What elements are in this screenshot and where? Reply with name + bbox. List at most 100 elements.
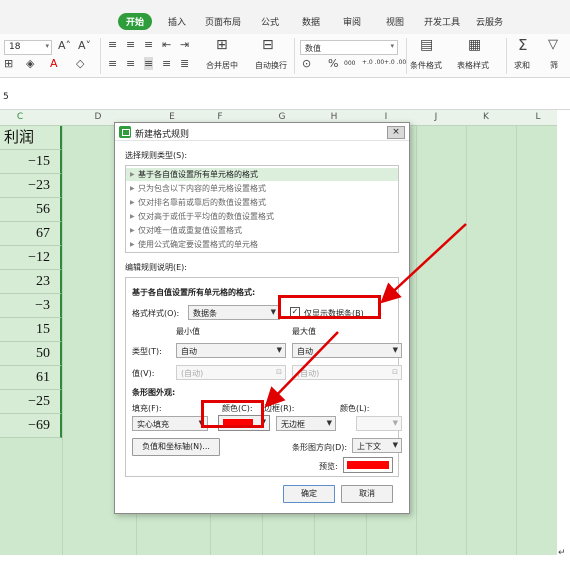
wrap-text-icon[interactable]: ⊟ [262, 37, 274, 53]
table-cell[interactable]: 61 [0, 366, 62, 390]
fill-type-select[interactable]: 实心填充 ▼ [132, 416, 208, 431]
table-cell[interactable]: −3 [0, 294, 62, 318]
indent-increase-icon[interactable]: ⇥ [180, 38, 189, 51]
rule-type-item[interactable]: ▶ 使用公式确定要设置格式的单元格 [126, 238, 398, 251]
tab-review[interactable]: 审阅 [343, 15, 361, 28]
cancel-button[interactable]: 取消 [341, 485, 393, 503]
filter-label[interactable]: 筛 [550, 60, 558, 71]
font-color-icon[interactable]: A [50, 57, 58, 70]
distribute-icon[interactable]: ≣ [180, 57, 189, 70]
rule-type-item[interactable]: ▶ 仅对高于或低于平均值的数值设置格式 [126, 210, 398, 223]
justify-icon[interactable]: ≡ [162, 57, 171, 70]
border-type-select[interactable]: 无边框 ▼ [276, 416, 336, 431]
table-cell[interactable]: −23 [0, 174, 62, 198]
column-header-c[interactable]: C [0, 112, 50, 122]
max-type-select[interactable]: 自动 ▼ [292, 343, 402, 358]
rule-type-item[interactable]: ▶ 仅对排名靠前或靠后的数值设置格式 [126, 196, 398, 209]
range-select-icon: ⊡ [392, 368, 398, 376]
table-cell[interactable]: 67 [0, 222, 62, 246]
tab-page-layout[interactable]: 页面布局 [205, 15, 241, 28]
align-bottom-icon[interactable]: ≡ [144, 38, 153, 51]
preview-bar [347, 461, 389, 469]
rule-type-list[interactable]: ▶ 基于各自值设置所有单元格的格式 ▶ 只为包含以下内容的单元格设置格式 ▶ 仅… [125, 165, 399, 253]
column-header-d[interactable]: D [68, 112, 128, 122]
border-icon[interactable]: ⊞ [4, 57, 13, 70]
decrease-decimal-icon[interactable]: +.0 .00 [384, 59, 406, 66]
table-cell[interactable]: 50 [0, 342, 62, 366]
align-right-icon[interactable]: ≡ [144, 57, 154, 70]
tab-formulas[interactable]: 公式 [261, 15, 279, 28]
increase-decimal-icon[interactable]: +.0 .00 [362, 59, 384, 66]
tab-view[interactable]: 视图 [386, 15, 404, 28]
table-style-label[interactable]: 表格样式 [457, 60, 489, 71]
table-cell[interactable]: 15 [0, 318, 62, 342]
table-cell[interactable]: 23 [0, 270, 62, 294]
column-header-h[interactable]: H [304, 112, 364, 122]
align-middle-icon[interactable]: ≡ [126, 38, 135, 51]
indent-decrease-icon[interactable]: ⇤ [162, 38, 171, 51]
wrap-text-label[interactable]: 自动换行 [255, 60, 287, 71]
number-format-select[interactable]: 数值 ▾ [300, 40, 398, 55]
cell-reference[interactable]: 5 [3, 92, 9, 102]
triangle-right-icon: ▶ [130, 241, 135, 248]
bar-direction-select[interactable]: 上下文 ▼ [352, 438, 402, 453]
fill-label: 填充(F): [132, 404, 162, 413]
table-style-icon[interactable]: ▦ [468, 37, 481, 53]
rule-type-label: 只为包含以下内容的单元格设置格式 [138, 184, 266, 193]
sum-label[interactable]: 求和 [514, 60, 530, 71]
format-all-cells-heading: 基于各自值设置所有单元格的格式: [132, 288, 256, 297]
column-header-k[interactable]: K [456, 112, 516, 122]
rule-type-item[interactable]: ▶ 仅对唯一值或重复值设置格式 [126, 224, 398, 237]
rule-type-item[interactable]: ▶ 只为包含以下内容的单元格设置格式 [126, 182, 398, 195]
align-left-icon[interactable]: ≡ [108, 57, 117, 70]
merge-center-icon[interactable]: ⊞ [216, 37, 228, 53]
chevron-down-icon: ▾ [45, 42, 49, 50]
border-color-picker[interactable]: ▼ [356, 416, 402, 431]
clear-format-icon[interactable]: ◇ [76, 57, 84, 70]
align-center-icon[interactable]: ≡ [126, 57, 135, 70]
tab-home[interactable]: 开始 [118, 13, 153, 30]
font-size-select[interactable]: 18 ▾ [4, 40, 52, 55]
font-shrink-icon[interactable]: A˅ [78, 39, 91, 52]
sum-icon[interactable]: Σ [518, 36, 527, 54]
close-button[interactable]: × [387, 126, 405, 139]
min-type-select[interactable]: 自动 ▼ [176, 343, 286, 358]
column-gridline [516, 126, 517, 555]
thousands-separator-icon[interactable]: 000 [344, 60, 355, 67]
dialog-titlebar[interactable]: 新建格式规则 × [115, 123, 409, 141]
filter-icon[interactable]: ▽ [548, 37, 558, 52]
font-grow-icon[interactable]: A˄ [58, 39, 71, 52]
select-rule-type-label: 选择规则类型(S): [125, 151, 188, 160]
table-header-cell[interactable]: 利润 [0, 126, 62, 150]
rule-type-item[interactable]: ▶ 基于各自值设置所有单元格的格式 [126, 168, 398, 181]
conditional-format-icon[interactable]: ▤ [420, 37, 433, 53]
table-cell[interactable]: −69 [0, 414, 62, 438]
column-header-l[interactable]: L [508, 112, 568, 122]
table-cell[interactable]: −25 [0, 390, 62, 414]
merge-center-label[interactable]: 合并居中 [206, 60, 238, 71]
percent-icon[interactable]: % [328, 57, 338, 70]
type-label: 类型(T): [132, 347, 162, 356]
table-cell[interactable]: 56 [0, 198, 62, 222]
toolbar-divider [506, 38, 507, 74]
fill-color-icon[interactable]: ◈ [26, 57, 34, 70]
triangle-right-icon: ▶ [130, 199, 135, 206]
tab-data[interactable]: 数据 [302, 15, 320, 28]
align-top-icon[interactable]: ≡ [108, 38, 117, 51]
currency-icon[interactable]: ⊙ [302, 57, 311, 70]
table-cell[interactable]: −15 [0, 150, 62, 174]
format-style-select[interactable]: 数据条 ▼ [188, 305, 280, 320]
max-value-input[interactable]: (自动) ⊡ [292, 365, 402, 380]
tab-developer[interactable]: 开发工具 [424, 15, 460, 28]
min-value-input[interactable]: (自动) ⊡ [176, 365, 286, 380]
checkbox-highlight-box [278, 295, 381, 319]
bar-appearance-heading: 条形图外观: [132, 388, 176, 397]
ok-button[interactable]: 确定 [283, 485, 335, 503]
table-cell[interactable]: −12 [0, 246, 62, 270]
column-header-f[interactable]: F [190, 112, 250, 122]
tab-cloud-services[interactable]: 云服务 [476, 15, 503, 28]
conditional-format-label[interactable]: 条件格式 [410, 60, 442, 71]
column-header-g[interactable]: G [252, 112, 312, 122]
tab-insert[interactable]: 插入 [168, 15, 186, 28]
negative-value-axis-button[interactable]: 负值和坐标轴(N)... [132, 438, 220, 456]
